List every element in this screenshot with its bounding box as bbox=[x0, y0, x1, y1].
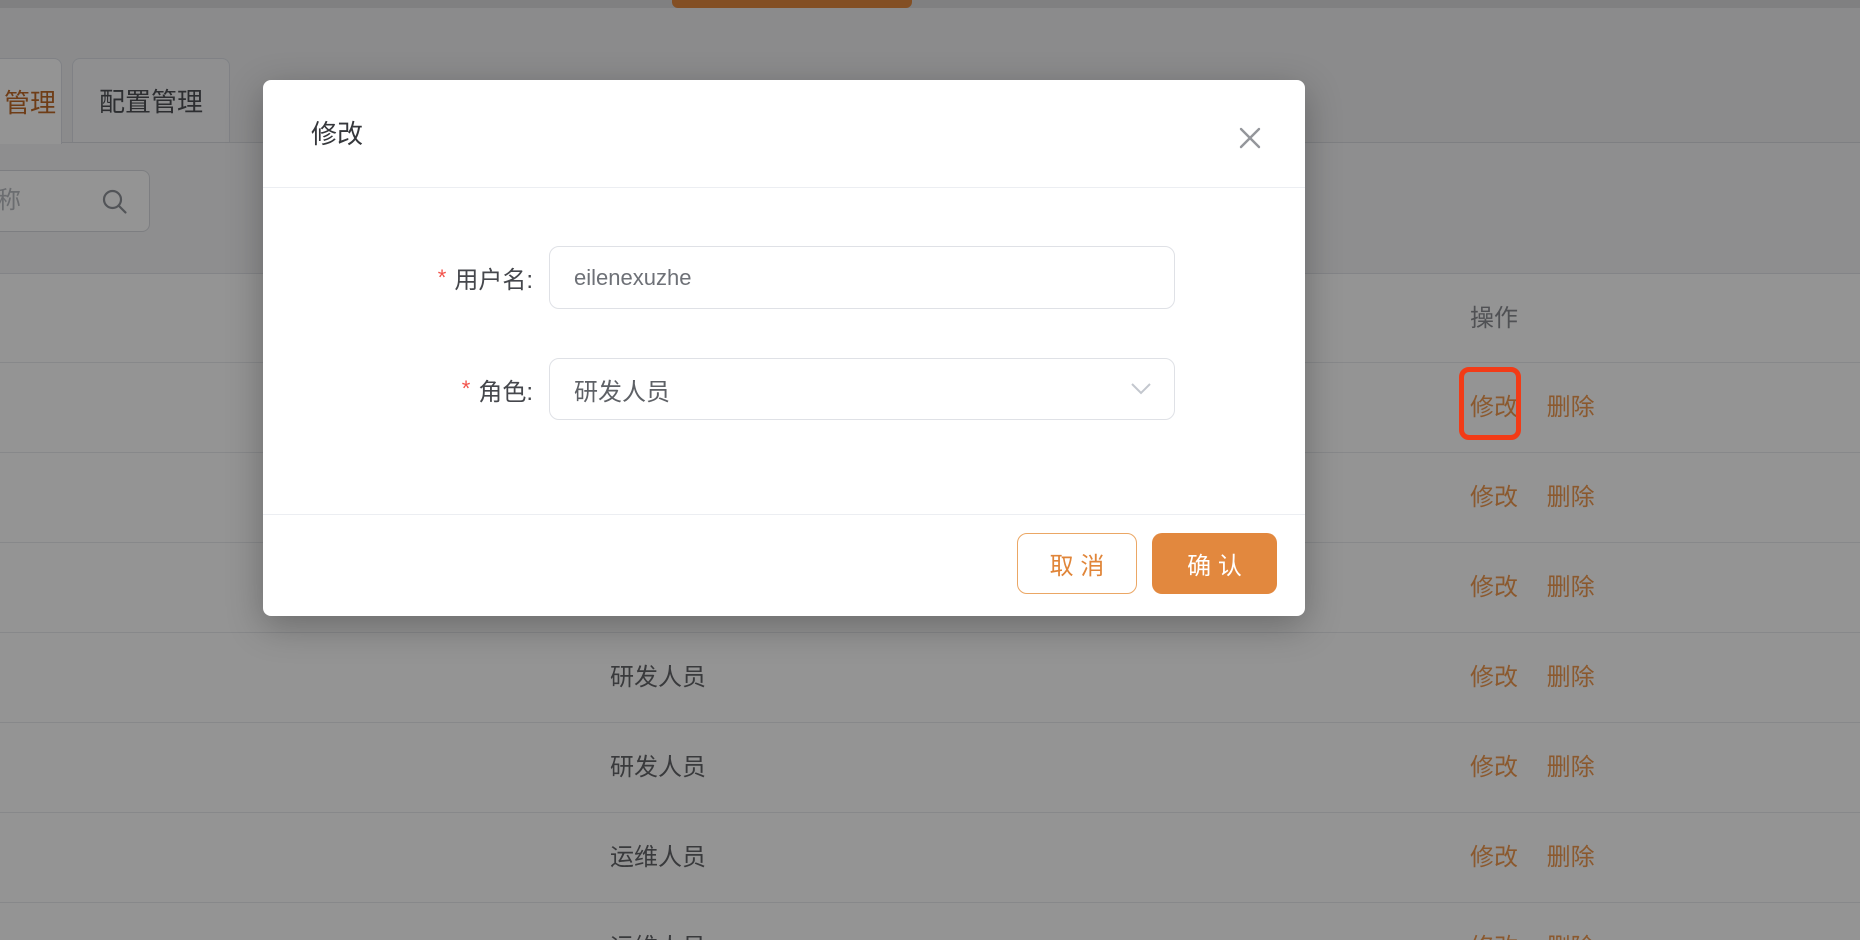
cancel-button[interactable]: 取 消 bbox=[1017, 533, 1137, 594]
username-form-row: * 用户名: bbox=[263, 246, 1305, 309]
edit-user-modal: 修改 * 用户名: * 角色: 研发人员 bbox=[263, 80, 1305, 616]
chevron-down-icon bbox=[1130, 382, 1152, 401]
close-icon[interactable] bbox=[1229, 117, 1271, 159]
modal-header: 修改 bbox=[263, 80, 1305, 188]
role-form-row: * 角色: 研发人员 bbox=[263, 358, 1305, 420]
modal-title: 修改 bbox=[311, 80, 363, 188]
username-field[interactable] bbox=[549, 246, 1175, 309]
required-asterisk: * bbox=[462, 376, 471, 402]
role-select-value: 研发人员 bbox=[574, 359, 670, 419]
annotation-highlight-box bbox=[1459, 367, 1521, 440]
page-root: 管理 配置管理 称 操作 修改 删除 修改 删除 bbox=[0, 0, 1860, 940]
role-label-text: 角色: bbox=[478, 372, 533, 407]
confirm-button[interactable]: 确 认 bbox=[1152, 533, 1277, 594]
role-select[interactable]: 研发人员 bbox=[549, 358, 1175, 420]
required-asterisk: * bbox=[438, 265, 447, 291]
username-label-text: 用户名: bbox=[454, 260, 533, 295]
role-label: * 角色: bbox=[323, 358, 533, 420]
username-label: * 用户名: bbox=[323, 246, 533, 309]
modal-footer: 取 消 确 认 bbox=[263, 514, 1305, 616]
